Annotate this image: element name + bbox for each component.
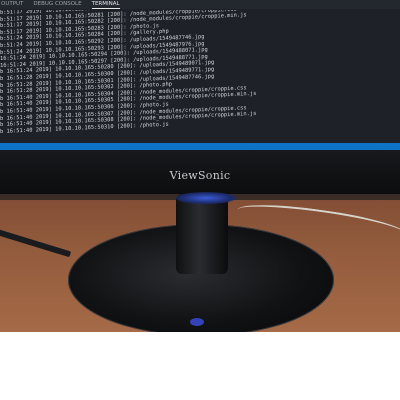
monitor-stand-neck (176, 194, 228, 274)
terminal-log: b:51:17 2019] 10.10.10.165:50280 [200]: … (0, 10, 400, 140)
tab-debug-console[interactable]: DEBUG CONSOLE (33, 0, 81, 9)
status-bar (0, 143, 400, 150)
monitor-photo: OUTPUT DEBUG CONSOLE TERMINAL b:51:17 20… (0, 0, 400, 332)
panel-tab-bar: OUTPUT DEBUG CONSOLE TERMINAL (0, 0, 400, 9)
stand-light-glow (176, 192, 236, 204)
monitor-screen: OUTPUT DEBUG CONSOLE TERMINAL b:51:17 20… (0, 0, 400, 150)
power-led-icon (190, 318, 204, 326)
monitor-brand-logo: ViewSonic (169, 169, 231, 182)
tab-output[interactable]: OUTPUT (1, 0, 23, 9)
tab-terminal[interactable]: TERMINAL (91, 0, 120, 9)
